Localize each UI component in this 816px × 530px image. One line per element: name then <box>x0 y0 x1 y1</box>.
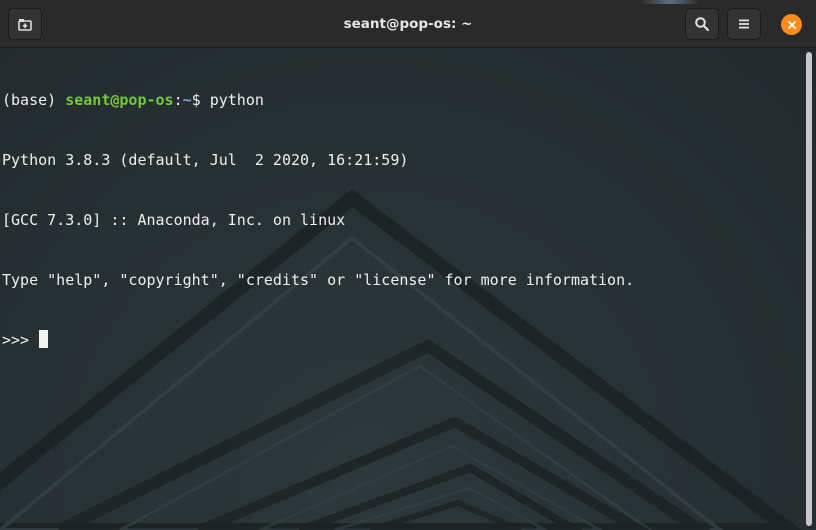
close-icon <box>787 15 797 34</box>
typed-command: python <box>209 91 264 109</box>
scrollbar[interactable] <box>803 48 816 530</box>
terminal-window: seant@pop-os: ~ (base) seant@pop-os:~$ p… <box>0 0 816 530</box>
prompt-colon: : <box>173 91 183 109</box>
header-bar: seant@pop-os: ~ <box>0 0 816 48</box>
prompt-symbol: $ <box>191 91 210 109</box>
scrollbar-thumb[interactable] <box>806 52 812 526</box>
search-button[interactable] <box>685 8 719 40</box>
menu-button[interactable] <box>727 8 761 40</box>
shell-prompt-line: (base) seant@pop-os:~$ python <box>2 90 634 110</box>
conda-env: (base) <box>2 91 66 109</box>
new-tab-button[interactable] <box>8 8 42 40</box>
repl-prompt-line[interactable]: >>> <box>2 330 634 350</box>
output-line: Type "help", "copyright", "credits" or "… <box>2 271 635 289</box>
text-cursor <box>39 330 49 348</box>
new-tab-icon <box>17 16 33 32</box>
close-button[interactable] <box>781 14 802 35</box>
prompt-path: ~ <box>182 91 192 109</box>
output-line: Python 3.8.3 (default, Jul 2 2020, 16:21… <box>2 151 409 169</box>
terminal-output: (base) seant@pop-os:~$ python Python 3.8… <box>2 50 634 390</box>
wallpaper-glow <box>640 0 700 4</box>
search-icon <box>694 16 710 32</box>
prompt-user-host: seant@pop-os <box>65 91 174 109</box>
repl-prompt: >>> <box>2 331 39 349</box>
terminal-area[interactable]: (base) seant@pop-os:~$ python Python 3.8… <box>0 48 816 530</box>
hamburger-menu-icon <box>737 17 751 31</box>
output-line: [GCC 7.3.0] :: Anaconda, Inc. on linux <box>2 211 346 229</box>
